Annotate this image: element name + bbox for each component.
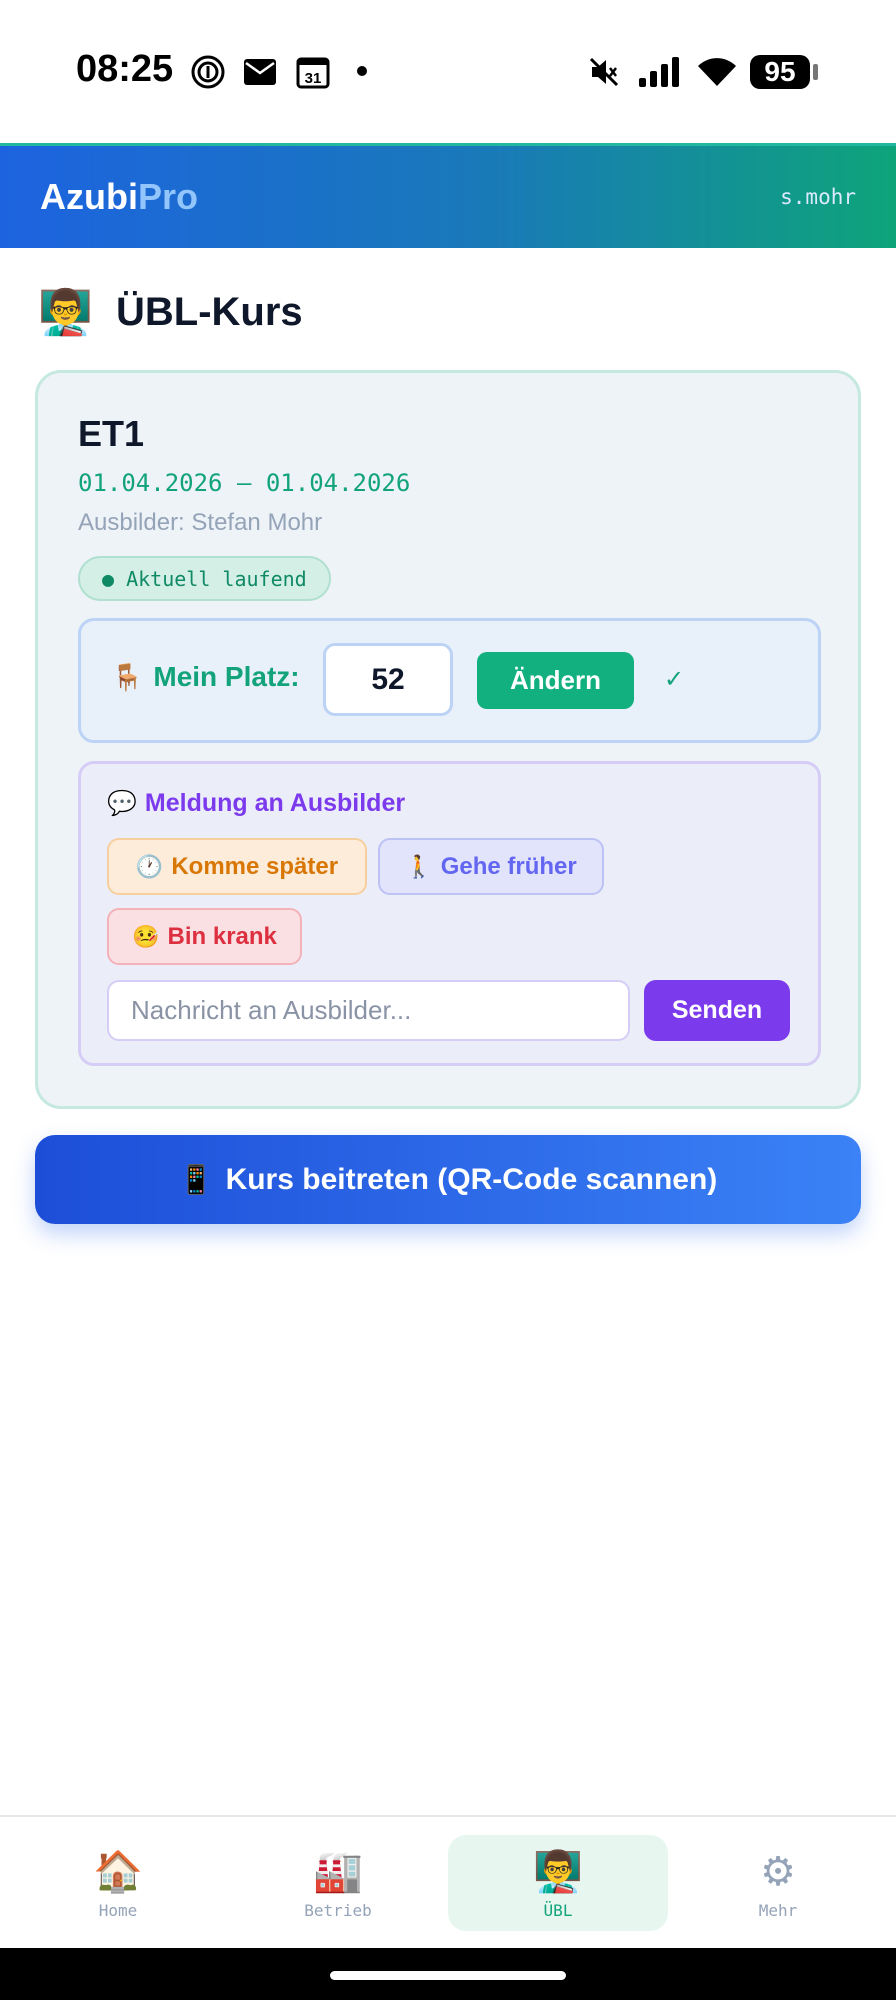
wifi-icon bbox=[694, 50, 740, 94]
signal-icon bbox=[636, 50, 682, 94]
nav-label-mehr: Mehr bbox=[758, 1900, 798, 1920]
nav-label-home: Home bbox=[98, 1900, 138, 1920]
battery-level: 95 bbox=[750, 55, 810, 89]
seat-label: 🪑 Mein Platz: bbox=[111, 661, 300, 693]
message-title-text: Meldung an Ausbilder bbox=[144, 789, 406, 817]
speech-bubble-icon: 💬 bbox=[107, 790, 137, 817]
nav-label-uebl: ÜBL bbox=[543, 1900, 573, 1920]
sick-face-icon: 🤒 bbox=[132, 923, 160, 949]
change-seat-button[interactable]: Ändern bbox=[477, 652, 634, 709]
join-course-button[interactable]: 📱 Kurs beitreten (QR-Code scannen) bbox=[35, 1135, 861, 1224]
quick-message-late-label: Komme später bbox=[171, 852, 339, 880]
battery-icon bbox=[813, 64, 818, 80]
home-indicator[interactable] bbox=[330, 1971, 566, 1980]
seat-number-input[interactable] bbox=[323, 643, 453, 716]
app-header: AzubiPro s.mohr bbox=[0, 143, 896, 248]
home-icon: 🏠 bbox=[93, 1848, 143, 1895]
send-button[interactable]: Senden bbox=[644, 980, 790, 1041]
course-card: ET1 01.04.2026 – 01.04.2026 Ausbilder: S… bbox=[35, 370, 861, 1109]
message-input[interactable] bbox=[107, 980, 630, 1041]
calendar-icon: 31 bbox=[293, 50, 333, 94]
username[interactable]: s.mohr bbox=[780, 185, 856, 209]
clock-icon: 🕐 bbox=[135, 853, 164, 879]
quick-message-sick-button[interactable]: 🤒 Bin krank bbox=[107, 908, 302, 965]
status-badge: ● Aktuell laufend bbox=[78, 556, 331, 601]
mute-icon bbox=[584, 50, 624, 94]
nav-item-home[interactable]: 🏠 Home bbox=[8, 1835, 228, 1931]
walking-icon: 🚶 bbox=[405, 853, 433, 879]
seat-label-text: Mein Platz: bbox=[153, 661, 300, 692]
join-course-label: Kurs beitreten (QR-Code scannen) bbox=[225, 1162, 718, 1196]
message-section: 💬 Meldung an Ausbilder 🕐 Komme später 🚶 … bbox=[78, 761, 821, 1066]
status-bar: 08:25 31 95 bbox=[0, 0, 896, 143]
phone-icon: 📱 bbox=[178, 1164, 214, 1195]
bottom-nav: 🏠 Home 🏭 Betrieb 👨‍🏫 ÜBL ⚙ Mehr bbox=[0, 1815, 896, 1948]
gear-icon: ⚙ bbox=[760, 1848, 796, 1895]
teacher-icon: 👨‍🏫 bbox=[533, 1848, 583, 1895]
nav-label-betrieb: Betrieb bbox=[304, 1900, 372, 1920]
quick-message-early-label: Gehe früher bbox=[440, 852, 577, 880]
quick-message-sick-label: Bin krank bbox=[167, 922, 277, 950]
quick-message-late-button[interactable]: 🕐 Komme später bbox=[107, 838, 367, 895]
brand-main: Azubi bbox=[40, 176, 138, 217]
nav-item-mehr[interactable]: ⚙ Mehr bbox=[668, 1835, 888, 1931]
teacher-icon: 👨‍🏫 bbox=[38, 287, 93, 338]
course-name: ET1 bbox=[78, 413, 145, 454]
brand-accent: Pro bbox=[137, 176, 198, 217]
page-title-row: 👨‍🏫 ÜBL-Kurs bbox=[38, 284, 303, 340]
fingerprint-icon bbox=[188, 50, 228, 94]
seat-section: 🪑 Mein Platz: Ändern ✓ bbox=[78, 618, 821, 743]
nav-item-betrieb[interactable]: 🏭 Betrieb bbox=[228, 1835, 448, 1931]
course-dates: 01.04.2026 – 01.04.2026 bbox=[78, 469, 411, 497]
check-icon: ✓ bbox=[664, 665, 685, 693]
app-logo[interactable]: AzubiPro bbox=[40, 176, 198, 218]
calendar-day: 31 bbox=[305, 70, 322, 87]
quick-message-early-button[interactable]: 🚶 Gehe früher bbox=[378, 838, 604, 895]
notification-dot-icon bbox=[357, 66, 367, 76]
chair-icon: 🪑 bbox=[111, 661, 144, 692]
page-title: ÜBL-Kurs bbox=[116, 289, 303, 334]
course-trainer: Ausbilder: Stefan Mohr bbox=[78, 509, 323, 536]
mail-icon bbox=[240, 50, 280, 94]
factory-icon: 🏭 bbox=[313, 1848, 363, 1895]
status-time: 08:25 bbox=[76, 48, 174, 90]
nav-item-uebl[interactable]: 👨‍🏫 ÜBL bbox=[448, 1835, 668, 1931]
message-title: 💬 Meldung an Ausbilder bbox=[107, 789, 405, 818]
